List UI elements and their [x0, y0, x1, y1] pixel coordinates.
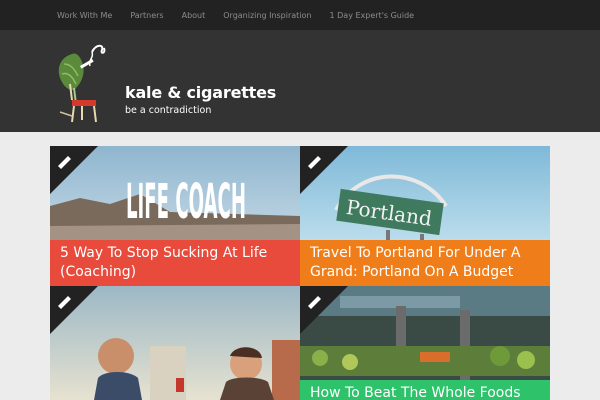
- post-title[interactable]: How To Beat The Whole Foods: [300, 380, 550, 400]
- post-card[interactable]: Portland Travel To Portland For Under A …: [300, 146, 550, 286]
- site-title[interactable]: kale & cigarettes: [125, 83, 276, 102]
- post-card[interactable]: How To Beat The Whole Foods: [300, 286, 550, 400]
- nav-item-partners[interactable]: Partners: [130, 11, 163, 20]
- kale-chair-logo-icon[interactable]: [52, 42, 114, 124]
- pencil-icon: [300, 146, 348, 194]
- pencil-icon: [50, 286, 98, 334]
- image-text-life-coach: LIFE COACH: [126, 174, 246, 230]
- nav-item-work-with-me[interactable]: Work With Me: [57, 11, 112, 20]
- site-header: kale & cigarettes be a contradiction: [0, 30, 600, 132]
- nav-item-about[interactable]: About: [182, 11, 206, 20]
- post-grid: LIFE COACH 5 Way To Stop Sucking At Life…: [0, 132, 600, 400]
- pencil-icon: [300, 286, 348, 334]
- site-tagline: be a contradiction: [125, 105, 212, 116]
- post-card[interactable]: LIFE COACH 5 Way To Stop Sucking At Life…: [50, 146, 300, 286]
- post-card[interactable]: [50, 286, 300, 400]
- post-title[interactable]: 5 Way To Stop Sucking At Life (Coaching): [50, 240, 300, 286]
- top-nav: Work With Me Partners About Organizing I…: [0, 0, 600, 30]
- nav-item-experts-guide[interactable]: 1 Day Expert's Guide: [330, 11, 415, 20]
- top-nav-list: Work With Me Partners About Organizing I…: [48, 0, 423, 30]
- pencil-icon: [50, 146, 98, 194]
- post-title[interactable]: Travel To Portland For Under A Grand: Po…: [300, 240, 550, 286]
- nav-item-organizing-inspiration[interactable]: Organizing Inspiration: [223, 11, 311, 20]
